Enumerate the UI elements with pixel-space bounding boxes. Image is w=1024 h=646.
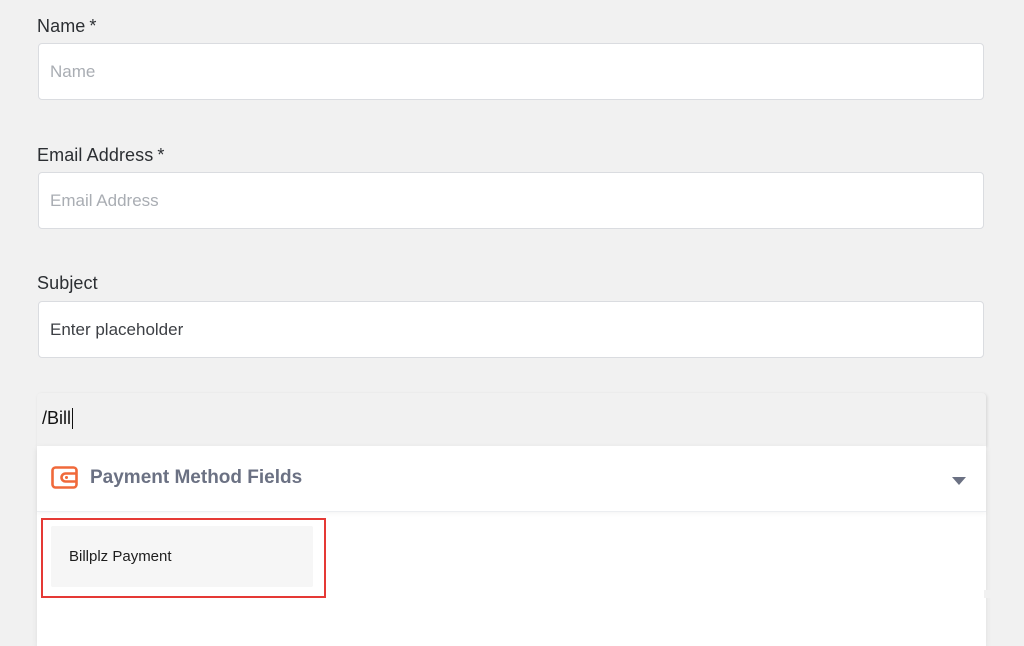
subject-input[interactable] xyxy=(38,301,984,358)
chevron-down-icon[interactable] xyxy=(952,477,966,485)
subject-label-text: Subject xyxy=(37,273,98,293)
block-search-query-text: /Bill xyxy=(42,408,72,428)
email-input[interactable] xyxy=(38,172,984,229)
required-mark: * xyxy=(157,145,165,165)
name-label: Name * xyxy=(37,16,97,37)
block-search-input[interactable]: /Bill xyxy=(37,393,986,446)
category-header-payment-method-fields[interactable]: Payment Method Fields xyxy=(37,446,986,512)
email-label-text: Email Address xyxy=(37,145,154,165)
name-input[interactable] xyxy=(38,43,984,100)
wallet-icon xyxy=(51,466,78,489)
email-label: Email Address * xyxy=(37,145,164,166)
highlight-annotation xyxy=(41,518,326,598)
panel-gap xyxy=(984,590,1024,598)
block-search-query: /Bill xyxy=(42,408,74,429)
text-caret xyxy=(72,408,74,429)
name-label-text: Name xyxy=(37,16,86,36)
required-mark: * xyxy=(89,16,97,36)
category-title: Payment Method Fields xyxy=(90,467,303,488)
subject-label: Subject xyxy=(37,273,98,294)
